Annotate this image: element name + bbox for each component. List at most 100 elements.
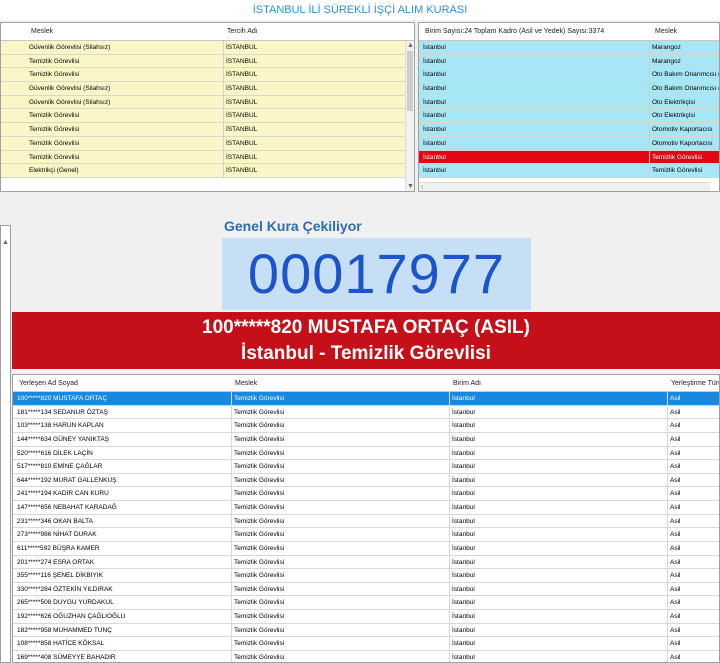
table-cell: 108*****858 HATİCE KÖKSAL [17,640,105,648]
table-row[interactable]: 241*****194 KADİR CAN KURU Temizlik Görev… [13,487,719,501]
table-row[interactable]: Temizlik Görevlisi İSTANBUL [1,109,414,124]
table-cell: Temizlik Görevlisi [29,57,80,65]
table-row[interactable]: 144*****634 GÜNEY YANIKTAŞ Temizlik Görev… [13,432,719,447]
table-cell: İstanbul [449,569,667,583]
table-cell: Asil [667,487,719,501]
table-cell: 611*****592 BÜŞRA KAMER [17,544,100,552]
table-cell: Temizlik Görevlisi [231,514,449,528]
table-cell: Asil [667,501,719,514]
table-cell: Temizlik Görevlisi [231,569,449,583]
grid-header: Meslek Tercih Adı [1,23,414,41]
table-row[interactable]: 100*****820 MUSTAFA ORTAÇ Temizlik Görevl… [13,392,719,406]
window-title: İSTANBUL İLİ SÜREKLİ İŞÇİ ALIM KURASI [0,0,720,20]
column-header-birim[interactable]: Birim Sayısı:24 Toplam Kadro (Asil ve Ye… [425,23,604,41]
table-row[interactable]: 517*****810 EMİNE ÇAĞLAR Temizlik Görevli… [13,460,719,474]
table-row[interactable]: Temizlik Görevlisi İSTANBUL [1,136,414,151]
table-cell: Temizlik Görevlisi [231,610,449,623]
table-row[interactable]: İstanbul Oto Bakım Onarımcısı (C [419,82,719,96]
table-row[interactable]: 231*****346 OKAN BALTA Temizlik Görevlisi… [13,514,719,529]
table-cell: 144*****634 GÜNEY YANIKTAŞ [17,435,110,443]
table-row[interactable]: 520*****616 DİLEK LAÇİN Temizlik Görevlis… [13,446,719,461]
table-row[interactable]: İstanbul Otomotiv Kaportacısı [419,123,719,137]
table-cell: Asil [667,623,719,637]
table-row[interactable]: 644*****192 MURAT GALLENKUŞ Temizlik Göre… [13,473,719,488]
table-cell: İSTANBUL [223,82,407,96]
table-row[interactable]: Temizlik Görevlisi İSTANBUL [1,123,414,137]
table-row[interactable]: 182*****958 MUHAMMED TUNÇ Temizlik Görevl… [13,623,719,638]
table-cell: 355*****116 ŞENEL DİKBIYIK [17,572,103,580]
table-cell: Asil [667,514,719,528]
table-cell: Güvenlik Görevlisi (Silahsız) [29,98,111,106]
table-row[interactable]: Temizlik Görevlisi İSTANBUL [1,54,414,69]
table-row[interactable]: 169*****408 SÜMEYYE BAHADIR Temizlik Göre… [13,650,719,662]
left-side-panel: ▲ [0,225,11,663]
column-header-meslek[interactable]: Meslek [655,23,677,41]
grid-rows: 100*****820 MUSTAFA ORTAÇ Temizlik Görevl… [13,392,719,662]
table-row[interactable]: 192*****626 OĞUZHAN ÇAĞLIOĞLU Temizlik Gö… [13,610,719,624]
table-cell: Elektrikçi (Genel) [29,167,79,175]
table-row[interactable]: 103*****138 HARUN KAPLAN Temizlik Görevli… [13,419,719,433]
table-cell: Temizlik Görevlisi [231,419,449,433]
column-header-yerlestirme[interactable]: Yerleştirme Türü [671,375,719,392]
table-row[interactable]: 201*****274 ESRA ORTAK Temizlik Görevlisi… [13,555,719,570]
table-row[interactable]: Temizlik Görevlisi İSTANBUL [1,150,414,165]
column-header-meslek[interactable]: Meslek [31,23,53,41]
table-row[interactable]: 181*****134 SEDANUR ÖZTAŞ Temizlik Görevl… [13,405,719,420]
table-cell: Otomotiv Kaportacısı [649,123,719,137]
table-row[interactable]: İstanbul Marangoz [419,54,719,69]
table-row[interactable]: Güvenlik Görevlisi (Silahsız) İSTANBUL [1,95,414,110]
column-header-tercih[interactable]: Tercih Adı [227,23,258,41]
table-cell: Asil [667,473,719,487]
table-row[interactable]: 265*****508 DUYGU YURDAKUL Temizlik Görev… [13,596,719,610]
table-cell: İSTANBUL [223,136,407,150]
table-cell: Güvenlik Görevlisi (Silahsız) [29,85,111,93]
table-cell: 181*****134 SEDANUR ÖZTAŞ [17,408,108,416]
column-header-birim[interactable]: Birim Adı [453,375,481,392]
chevron-up-icon[interactable]: ▲ [2,238,9,247]
table-cell: Asil [667,405,719,419]
table-row[interactable]: İstanbul Otomotiv Kaportacısı [419,136,719,151]
table-cell: Oto Elektrikçisi [649,109,719,123]
table-cell: İstanbul [423,57,446,65]
table-cell: İstanbul [449,514,667,528]
table-row[interactable]: 108*****858 HATİCE KÖKSAL Temizlik Görevl… [13,637,719,651]
table-cell: İSTANBUL [223,54,407,68]
table-cell: Asil [667,460,719,474]
table-row[interactable]: 330*****284 ÖZTEKİN YILDIRAK Temizlik Gör… [13,582,719,597]
table-cell: İstanbul [449,637,667,651]
table-row[interactable]: 611*****592 BÜŞRA KAMER Temizlik Görevlis… [13,541,719,556]
table-row[interactable]: İstanbul Oto Elektrikçisi [419,95,719,110]
chevron-down-icon[interactable]: ▼ [407,182,414,191]
table-cell: Oto Bakım Onarımcısı (C [649,82,719,96]
chevron-up-icon[interactable]: ▲ [407,41,414,50]
table-cell: 103*****138 HARUN KAPLAN [17,422,104,430]
table-row[interactable]: İstanbul Oto Elektrikçisi [419,109,719,124]
winner-banner: 100*****820 MUSTAFA ORTAÇ (ASIL) İstanbu… [12,312,720,369]
vertical-scrollbar[interactable]: ▲ ▼ [405,41,414,191]
table-cell: Temizlik Görevlisi [231,596,449,610]
column-header-meslek[interactable]: Meslek [235,375,257,392]
table-row[interactable]: 147*****656 NEBAHAT KARADAĞ Temizlik Göre… [13,501,719,515]
scrollbar-thumb[interactable] [407,51,413,111]
table-row[interactable]: 355*****116 ŞENEL DİKBIYIK Temizlik Görev… [13,569,719,583]
table-row[interactable]: İstanbul Temizlik Görevlisi [419,150,719,165]
table-cell: İstanbul [449,405,667,419]
column-header-ad-soyad[interactable]: Yerleşen Ad Soyad [19,375,78,392]
table-row[interactable]: 273*****986 NİHAT DURAK Temizlik Görevlis… [13,528,719,542]
table-row[interactable]: İstanbul Marangoz [419,41,719,55]
horizontal-scrollbar[interactable]: ‹ [419,182,710,191]
table-cell: Temizlik Görevlisi [29,126,80,134]
table-cell: İstanbul [449,528,667,542]
table-row[interactable]: İstanbul Temizlik Görevlisi [419,164,719,178]
table-row[interactable]: İstanbul Oto Bakım Onarımcısı (C [419,68,719,83]
table-row[interactable]: Temizlik Görevlisi İSTANBUL [1,68,414,83]
table-cell: Temizlik Görevlisi [231,541,449,555]
table-row[interactable]: Güvenlik Görevlisi (Silahsız) İSTANBUL [1,41,414,55]
table-cell: Temizlik Görevlisi [231,555,449,569]
table-row[interactable]: Elektrikçi (Genel) İSTANBUL [1,164,414,178]
table-cell: İstanbul [449,432,667,446]
table-row[interactable]: Güvenlik Görevlisi (Silahsız) İSTANBUL [1,82,414,96]
chevron-left-icon[interactable]: ‹ [421,183,423,191]
table-cell: Marangoz [649,41,719,54]
table-cell: İSTANBUL [223,150,407,164]
